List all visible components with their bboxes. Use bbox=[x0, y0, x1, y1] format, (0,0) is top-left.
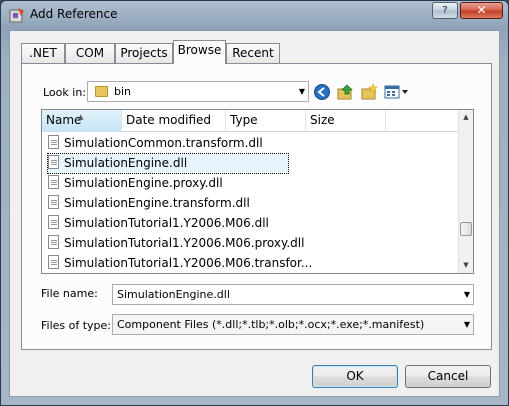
file-name-combo[interactable]: SimulationEngine.dll ▼ bbox=[112, 284, 474, 305]
tab-net[interactable]: .NET bbox=[21, 43, 65, 63]
list-item[interactable]: SimulationCommon.transform.dll bbox=[48, 134, 263, 153]
dll-file-icon bbox=[48, 175, 59, 189]
add-reference-dialog: Add Reference ? ✕ .NET COM Projects Brow… bbox=[0, 0, 509, 406]
tab-recent[interactable]: Recent bbox=[226, 43, 280, 63]
chevron-down-icon[interactable]: ▼ bbox=[464, 315, 470, 334]
close-button[interactable]: ✕ bbox=[460, 2, 503, 19]
folder-icon bbox=[95, 86, 108, 97]
dll-file-icon bbox=[48, 215, 59, 229]
look-in-combo[interactable]: bin ▼ bbox=[87, 81, 309, 102]
list-item[interactable]: SimulationTutorial1.Y2006.M06.proxy.dll bbox=[48, 234, 304, 253]
list-item[interactable]: SimulationTutorial1.Y2006.M06.dll bbox=[48, 214, 269, 233]
view-menu-icon[interactable] bbox=[383, 83, 411, 101]
files-of-type-combo[interactable]: Component Files (*.dll;*.tlb;*.olb;*.ocx… bbox=[112, 314, 474, 335]
tab-projects[interactable]: Projects bbox=[115, 43, 173, 63]
list-item[interactable]: SimulationEngine.proxy.dll bbox=[48, 174, 223, 193]
title-bar[interactable]: Add Reference ? ✕ bbox=[1, 1, 508, 29]
tab-browse[interactable]: Browse bbox=[173, 40, 226, 64]
dll-file-icon bbox=[48, 135, 59, 149]
file-name-label: File name: bbox=[41, 287, 98, 300]
files-of-type-value: Component Files (*.dll;*.tlb;*.olb;*.ocx… bbox=[117, 318, 425, 331]
new-folder-icon[interactable] bbox=[360, 83, 378, 101]
list-item-selected[interactable]: SimulationEngine.dll bbox=[47, 153, 289, 174]
list-item[interactable]: SimulationEngine.transform.dll bbox=[48, 194, 250, 213]
window-title: Add Reference bbox=[30, 7, 118, 21]
dialog-body: .NET COM Projects Browse Recent Look in:… bbox=[9, 30, 500, 397]
cancel-button[interactable]: Cancel bbox=[405, 365, 491, 388]
file-list[interactable]: ▲ Name Date modified Type Size Simulatio… bbox=[41, 109, 474, 274]
scroll-up-icon[interactable]: ▲ bbox=[459, 110, 473, 125]
tab-com[interactable]: COM bbox=[65, 43, 115, 63]
dll-file-icon bbox=[48, 255, 59, 269]
up-folder-icon[interactable] bbox=[336, 83, 354, 101]
file-name-value: SimulationEngine.dll bbox=[117, 288, 230, 301]
dll-file-icon bbox=[48, 155, 59, 169]
look-in-value: bin bbox=[114, 85, 132, 98]
column-name[interactable]: ▲ Name bbox=[42, 110, 122, 132]
dll-file-icon bbox=[48, 195, 59, 209]
files-of-type-label: Files of type: bbox=[41, 319, 112, 332]
back-icon[interactable] bbox=[313, 83, 331, 101]
column-date-modified[interactable]: Date modified bbox=[122, 110, 226, 132]
ok-button[interactable]: OK bbox=[312, 365, 398, 388]
visual-studio-icon bbox=[9, 8, 24, 23]
scroll-down-icon[interactable]: ▼ bbox=[459, 258, 473, 273]
scroll-thumb[interactable] bbox=[460, 222, 472, 236]
sort-ascending-icon: ▲ bbox=[78, 113, 84, 121]
look-in-label: Look in: bbox=[43, 86, 86, 99]
chevron-down-icon[interactable]: ▼ bbox=[464, 285, 470, 304]
vertical-scrollbar[interactable]: ▲ ▼ bbox=[458, 110, 473, 273]
list-header: ▲ Name Date modified Type Size bbox=[42, 110, 460, 132]
column-type[interactable]: Type bbox=[226, 110, 306, 132]
help-button[interactable]: ? bbox=[432, 2, 458, 19]
column-size[interactable]: Size bbox=[306, 110, 386, 132]
dll-file-icon bbox=[48, 235, 59, 249]
chevron-down-icon[interactable]: ▼ bbox=[299, 82, 305, 101]
list-item[interactable]: SimulationTutorial1.Y2006.M06.transfor..… bbox=[48, 254, 312, 273]
